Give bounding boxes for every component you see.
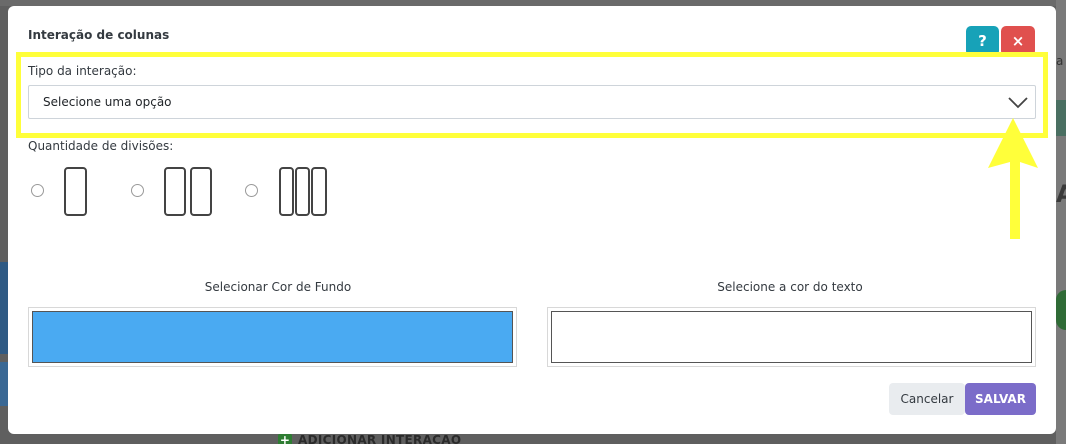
text-color-picker[interactable] [547,307,1036,367]
background-add-interaction-button: + ADICIONAR INTERAÇÃO [278,433,461,444]
highlight-box [16,52,1048,138]
text-color-swatch [551,311,1032,363]
two-column-icon-left [164,167,186,216]
modal-title: Interação de colunas [28,28,170,42]
background-right-text: a [1056,54,1064,68]
background-add-interaction-label: ADICIONAR INTERAÇÃO [298,433,462,444]
three-column-icon-a [279,167,294,216]
column-interaction-modal: Interação de colunas ? × Tipo da interaç… [8,6,1056,434]
divisions-label: Quantidade de divisões: [28,139,174,153]
arrow-up-icon [988,118,1038,239]
divisions-radio-3[interactable] [245,184,258,197]
background-right-bar [1056,100,1066,136]
cancel-button[interactable]: Cancelar [889,383,965,415]
three-column-icon-b [295,167,310,216]
text-color-label: Selecione a cor do texto [717,280,863,294]
background-green-button [1056,290,1066,330]
save-button[interactable]: SALVAR [965,383,1036,415]
one-column-icon [64,167,87,216]
plus-icon: + [278,433,292,444]
two-column-icon-right [190,167,212,216]
divisions-radio-1[interactable] [31,184,44,197]
divisions-radio-2[interactable] [131,184,144,197]
background-color-picker[interactable] [28,307,517,367]
three-column-icon-c [311,167,327,216]
background-right-letter: A [1056,180,1066,208]
background-color-label: Selecionar Cor de Fundo [204,280,352,294]
background-color-swatch [32,311,513,363]
